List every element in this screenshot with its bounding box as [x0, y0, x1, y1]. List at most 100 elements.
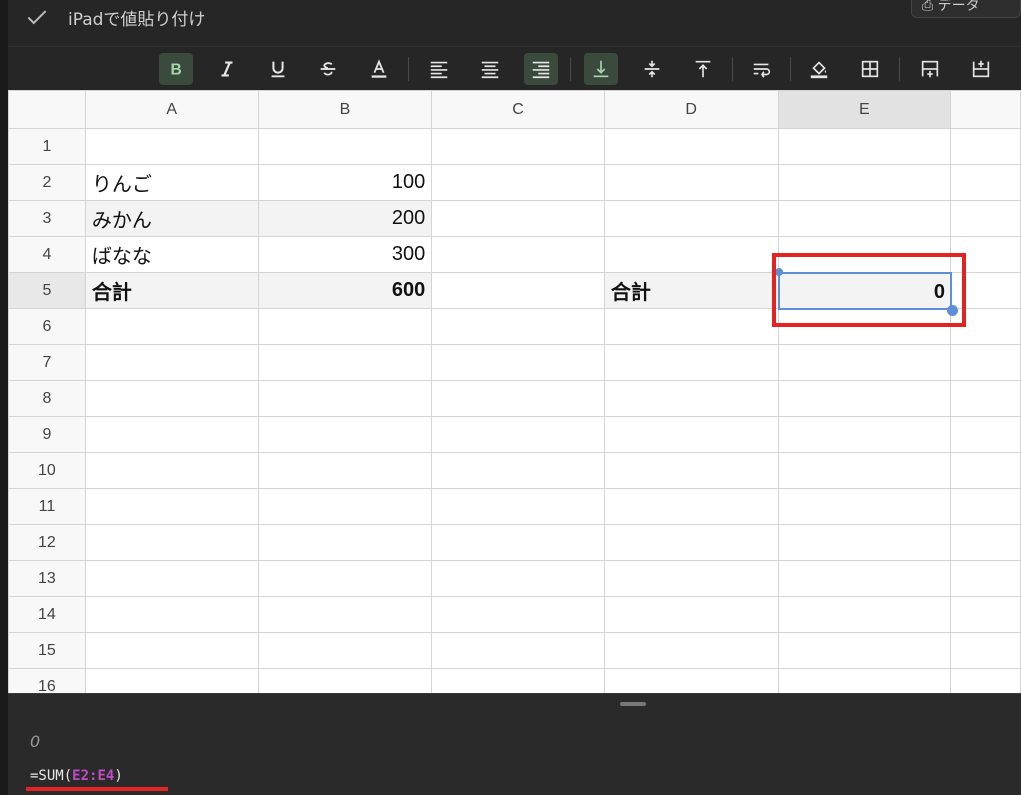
row-header[interactable]: 2: [8, 164, 86, 201]
row-header[interactable]: 4: [8, 236, 86, 273]
cell[interactable]: [431, 308, 605, 345]
cell-a4[interactable]: ばなな: [84, 236, 259, 273]
cell[interactable]: [431, 128, 605, 165]
column-header-d[interactable]: D: [603, 90, 779, 129]
row-header[interactable]: 11: [8, 488, 86, 525]
cell[interactable]: [257, 632, 433, 669]
column-header-e[interactable]: E: [777, 90, 952, 129]
cell[interactable]: [257, 596, 433, 633]
cell[interactable]: [603, 164, 779, 201]
panel-drag-handle[interactable]: [620, 702, 646, 706]
cell[interactable]: [777, 524, 952, 561]
cell[interactable]: [431, 596, 605, 633]
cell[interactable]: [603, 380, 779, 417]
cell[interactable]: [431, 668, 605, 693]
row-header[interactable]: 9: [8, 416, 86, 453]
row-header[interactable]: 6: [8, 308, 86, 345]
cell[interactable]: [777, 668, 952, 693]
italic-button[interactable]: [210, 53, 244, 85]
cell[interactable]: [950, 668, 1021, 693]
cell[interactable]: [84, 596, 259, 633]
fill-color-button[interactable]: [802, 53, 836, 85]
row-header[interactable]: 1: [8, 128, 86, 165]
cell[interactable]: [257, 560, 433, 597]
select-all-corner[interactable]: [8, 90, 86, 129]
valign-middle-button[interactable]: [635, 53, 669, 85]
row-header[interactable]: 8: [8, 380, 86, 417]
cell[interactable]: [950, 344, 1021, 381]
cell[interactable]: [603, 596, 779, 633]
strikethrough-button[interactable]: [311, 53, 345, 85]
column-header-c[interactable]: C: [431, 90, 605, 129]
row-header[interactable]: 14: [8, 596, 86, 633]
cell[interactable]: [603, 668, 779, 693]
cell[interactable]: [84, 632, 259, 669]
cell-a2[interactable]: りんご: [84, 164, 259, 201]
cell[interactable]: [603, 452, 779, 489]
cell[interactable]: [431, 380, 605, 417]
align-right-button[interactable]: [524, 53, 558, 85]
cell[interactable]: [431, 560, 605, 597]
insert-row-above-button[interactable]: [913, 53, 947, 85]
cell[interactable]: [777, 632, 952, 669]
insert-row-below-button[interactable]: [964, 53, 998, 85]
row-header[interactable]: 3: [8, 200, 86, 237]
cell[interactable]: [950, 164, 1021, 201]
cell[interactable]: [950, 560, 1021, 597]
cell-b4[interactable]: 300: [257, 236, 433, 273]
cell[interactable]: [603, 236, 779, 273]
cell[interactable]: [257, 524, 433, 561]
text-color-button[interactable]: [362, 53, 396, 85]
cell[interactable]: [777, 560, 952, 597]
cell-b5[interactable]: 600: [257, 272, 433, 309]
cell[interactable]: [84, 524, 259, 561]
cell[interactable]: [950, 524, 1021, 561]
cell[interactable]: [84, 380, 259, 417]
cell[interactable]: [431, 164, 605, 201]
cell-a3[interactable]: みかん: [84, 200, 259, 237]
cell-b3[interactable]: 200: [257, 200, 433, 237]
bold-button[interactable]: B: [159, 53, 193, 85]
column-header-a[interactable]: A: [84, 90, 259, 129]
cell[interactable]: [950, 416, 1021, 453]
cell[interactable]: [777, 416, 952, 453]
cell[interactable]: [84, 416, 259, 453]
cell[interactable]: [950, 200, 1021, 237]
cell[interactable]: [257, 128, 433, 165]
cell[interactable]: [84, 452, 259, 489]
cell[interactable]: [84, 308, 259, 345]
cell[interactable]: [777, 164, 952, 201]
cell[interactable]: [257, 488, 433, 525]
formula-input[interactable]: =SUM(E2:E4): [30, 768, 123, 784]
cell[interactable]: [431, 236, 605, 273]
row-header[interactable]: 13: [8, 560, 86, 597]
row-header[interactable]: 15: [8, 632, 86, 669]
spreadsheet-grid[interactable]: A B C D E 1 2 りんご 100 3 みかん 200 4 ばなな 30…: [8, 90, 1021, 693]
cell[interactable]: [431, 272, 605, 309]
row-header[interactable]: 5: [8, 272, 86, 309]
cell[interactable]: [603, 308, 779, 345]
cell[interactable]: [84, 488, 259, 525]
cell[interactable]: [257, 344, 433, 381]
column-header-f[interactable]: [950, 90, 1021, 129]
align-center-button[interactable]: [473, 53, 507, 85]
cell[interactable]: [950, 596, 1021, 633]
cell[interactable]: [84, 344, 259, 381]
cell[interactable]: [950, 632, 1021, 669]
cell[interactable]: [257, 668, 433, 693]
cell[interactable]: [431, 200, 605, 237]
cell-d5[interactable]: 合計: [603, 272, 779, 309]
cell[interactable]: [777, 452, 952, 489]
underline-button[interactable]: [261, 53, 295, 85]
valign-top-button[interactable]: [686, 53, 720, 85]
cell[interactable]: [431, 344, 605, 381]
cell[interactable]: [431, 416, 605, 453]
cell[interactable]: [603, 200, 779, 237]
cell[interactable]: [431, 452, 605, 489]
top-right-button[interactable]: ⎙ データ: [911, 0, 1021, 18]
cell[interactable]: [777, 344, 952, 381]
cell[interactable]: [431, 632, 605, 669]
cell-a5[interactable]: 合計: [84, 272, 259, 309]
cell[interactable]: [603, 488, 779, 525]
cell[interactable]: [950, 380, 1021, 417]
